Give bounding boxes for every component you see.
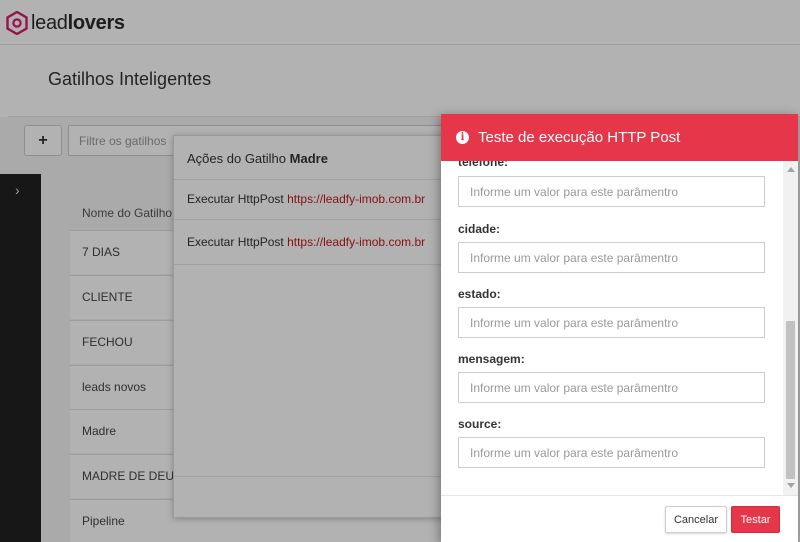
scrollbar-thumb[interactable]: [786, 321, 795, 479]
estado-input[interactable]: [458, 307, 765, 338]
cancel-button[interactable]: Cancelar: [665, 506, 727, 533]
mensagem-input[interactable]: [458, 372, 765, 403]
modal-title: Teste de execução HTTP Post: [478, 129, 681, 146]
cidade-input[interactable]: [458, 242, 765, 273]
field-label-estado: estado:: [458, 287, 501, 301]
scroll-up-arrow-icon[interactable]: [787, 167, 795, 172]
modal-footer: Cancelar Testar: [441, 495, 798, 542]
source-input[interactable]: [458, 437, 765, 468]
field-label-cidade: cidade:: [458, 222, 501, 236]
modal-scrollbar[interactable]: [783, 161, 798, 495]
test-button[interactable]: Testar: [731, 506, 780, 533]
telefone-input[interactable]: [458, 176, 765, 207]
http-post-test-modal: i Teste de execução HTTP Post telefone: …: [441, 114, 798, 542]
scroll-down-arrow-icon[interactable]: [787, 483, 795, 488]
field-label-source: source:: [458, 417, 502, 431]
modal-header: i Teste de execução HTTP Post: [441, 114, 798, 161]
info-icon: i: [456, 131, 469, 144]
field-label-telefone: telefone:: [458, 161, 509, 169]
modal-body: telefone: cidade: estado: mensagem: sour…: [441, 161, 798, 495]
field-label-mensagem: mensagem:: [458, 352, 525, 366]
